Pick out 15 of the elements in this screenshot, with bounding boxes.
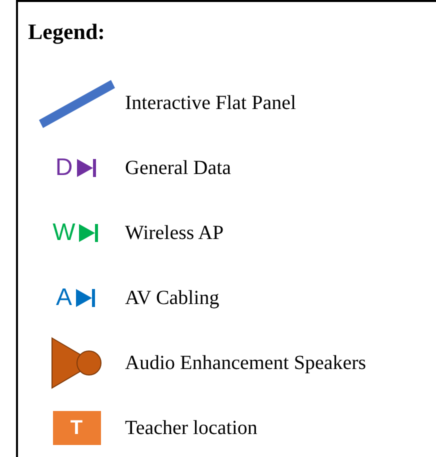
- legend-label: AV Cabling: [125, 286, 220, 310]
- legend-label: Teacher location: [125, 416, 258, 440]
- legend-label: Interactive Flat Panel: [125, 90, 296, 116]
- teacher-marker: T: [52, 410, 100, 444]
- legend-label: General Data: [125, 156, 232, 180]
- legend-label: Audio Enhancement Speakers: [125, 350, 366, 376]
- arrow-bar-icon: [76, 156, 98, 178]
- port-letter: W: [52, 220, 76, 244]
- port-letter: A: [56, 286, 72, 310]
- arrow-bar-icon: [78, 222, 100, 244]
- legend-label: Wireless AP: [125, 220, 224, 246]
- legend-title: Legend:: [28, 18, 106, 46]
- arrow-bar-icon: [75, 286, 97, 308]
- port-letter: D: [55, 156, 73, 180]
- speaker-icon: [50, 336, 102, 390]
